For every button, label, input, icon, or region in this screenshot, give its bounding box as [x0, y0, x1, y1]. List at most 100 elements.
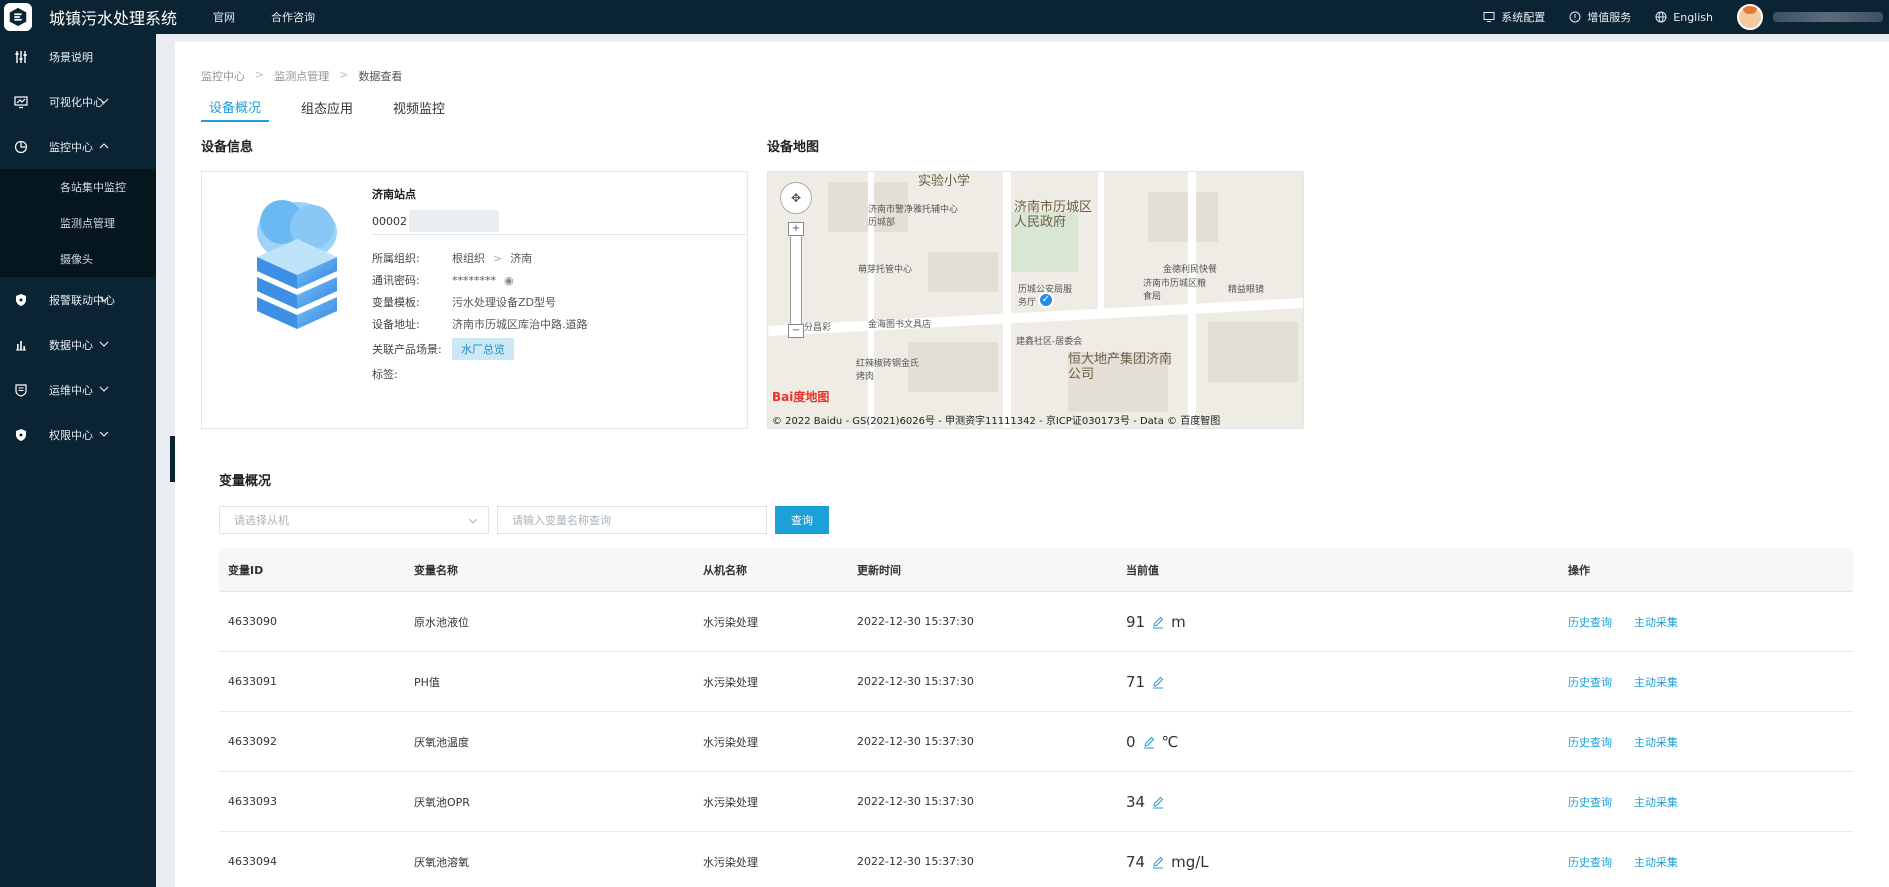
history-query-link[interactable]: 历史查询	[1568, 676, 1612, 689]
map-pan-control[interactable]: ✥	[780, 182, 812, 214]
active-collect-link[interactable]: 主动采集	[1634, 796, 1678, 809]
sidebar-item-scene[interactable]: 场景说明	[0, 34, 156, 79]
device-map-heading: 设备地图	[767, 140, 820, 155]
sliders-icon	[15, 50, 27, 63]
main-content: 监控中心 > 监测点管理 > 数据查看 设备概况 组态应用 视频监控 设备信息 …	[175, 42, 1889, 887]
variables-heading: 变量概况	[219, 474, 272, 489]
submenu-station-monitoring[interactable]: 各站集中监控	[0, 169, 156, 205]
breadcrumb-monitoring[interactable]: 监控中心	[201, 68, 245, 84]
map-zoom-in-button[interactable]: +	[788, 222, 804, 236]
sidebar-item-alarm[interactable]: 报警联动中心	[0, 277, 156, 322]
monitor-icon	[1483, 12, 1495, 22]
globe-icon	[1655, 11, 1667, 23]
sidebar-item-monitoring[interactable]: 监控中心	[0, 124, 156, 169]
map-copyright: © 2022 Baidu - GS(2021)6026号 - 甲测资字11111…	[772, 416, 1221, 427]
top-bar: 城镇污水处理系统 官网 合作咨询 系统配置 增值服务 English	[0, 0, 1889, 34]
device-map[interactable]: 实验小学 济南市警净雅托辅中心历城部 济南市历城区人民政府 萌芽托管中心 金德利…	[767, 171, 1304, 429]
query-button[interactable]: 查询	[775, 506, 829, 534]
table-row: 4633091 PH值 水污染处理 2022-12-30 15:37:30 71…	[219, 652, 1853, 712]
field-tags: 标签:	[372, 368, 398, 381]
app-logo-icon[interactable]	[4, 3, 32, 31]
baidu-map-logo: Bai度地图	[772, 390, 830, 404]
app-title: 城镇污水处理系统	[49, 9, 178, 28]
device-id: 00002	[372, 210, 499, 232]
map-zoom-out-button[interactable]: −	[788, 324, 804, 338]
breadcrumb-separator: >	[255, 68, 265, 81]
table-row: 4633094 厌氧池溶氧 水污染处理 2022-12-30 15:37:30 …	[219, 832, 1853, 887]
tab-device-overview[interactable]: 设备概况	[201, 92, 270, 122]
top-nav-cooperation[interactable]: 合作咨询	[271, 9, 315, 25]
chevron-up-icon	[99, 143, 109, 149]
divider	[372, 234, 748, 235]
tab-scada-app[interactable]: 组态应用	[293, 92, 361, 122]
map-zoom-slider[interactable]	[790, 222, 802, 334]
field-device-address: 设备地址: 济南市历城区库治中路.道路	[372, 318, 588, 331]
sidebar-item-visualization[interactable]: 可视化中心	[0, 79, 156, 124]
variables-table: 变量ID 变量名称 从机名称 更新时间 当前值 操作 4633090 原水池液位…	[219, 548, 1853, 887]
cloud-stack-icon	[257, 200, 337, 329]
edit-pencil-icon[interactable]	[1151, 675, 1165, 689]
top-right-menu: 系统配置 增值服务 English	[1483, 4, 1889, 30]
device-info-heading: 设备信息	[201, 140, 254, 155]
chevron-down-icon	[99, 341, 109, 347]
sidebar-item-data[interactable]: 数据中心	[0, 322, 156, 367]
chevron-down-icon	[468, 518, 478, 524]
field-organization: 所属组织: 根组织 > 济南	[372, 251, 533, 266]
field-related-scene: 关联产品场景: 水厂总览	[372, 338, 514, 360]
field-variable-template: 变量模板: 污水处理设备ZD型号	[372, 296, 557, 309]
shield-icon	[16, 293, 26, 306]
submenu-point-management[interactable]: 监测点管理	[0, 205, 156, 241]
history-query-link[interactable]: 历史查询	[1568, 856, 1612, 869]
monitoring-submenu: 各站集中监控 监测点管理 摄像头	[0, 169, 156, 277]
variable-filters: 请选择从机 查询	[219, 506, 829, 534]
active-collect-link[interactable]: 主动采集	[1634, 736, 1678, 749]
top-nav-official-site[interactable]: 官网	[213, 9, 235, 25]
edit-pencil-icon[interactable]	[1151, 795, 1165, 809]
active-collect-link[interactable]: 主动采集	[1634, 676, 1678, 689]
breadcrumb-current: 数据查看	[358, 70, 403, 83]
device-name: 济南站点	[372, 188, 416, 201]
location-marker-icon[interactable]: ✓	[1038, 292, 1054, 308]
table-row: 4633092 厌氧池温度 水污染处理 2022-12-30 15:37:30 …	[219, 712, 1853, 772]
top-nav: 官网 合作咨询	[213, 9, 315, 25]
sidebar: 场景说明 可视化中心 监控中心 各站集中监控 监测点管理 摄像头 报警联动中心 …	[0, 34, 156, 887]
history-query-link[interactable]: 历史查询	[1568, 736, 1612, 749]
chevron-down-icon	[99, 386, 109, 392]
sidebar-item-permissions[interactable]: 权限中心	[0, 412, 156, 457]
edit-pencil-icon[interactable]	[1151, 855, 1165, 869]
edit-pencil-icon[interactable]	[1142, 735, 1156, 749]
active-collect-link[interactable]: 主动采集	[1634, 616, 1678, 629]
device-id-redacted	[409, 210, 499, 232]
submenu-camera[interactable]: 摄像头	[0, 241, 156, 277]
eye-icon[interactable]: ◉	[504, 274, 514, 287]
table-header: 变量ID 变量名称 从机名称 更新时间 当前值 操作	[219, 548, 1853, 592]
active-collect-link[interactable]: 主动采集	[1634, 856, 1678, 869]
sidebar-item-operations[interactable]: 运维中心	[0, 367, 156, 412]
tab-bar: 设备概况 组态应用 视频监控	[201, 92, 477, 122]
slave-select[interactable]: 请选择从机	[219, 506, 489, 534]
chevron-down-icon	[99, 98, 109, 104]
tab-video-monitoring[interactable]: 视频监控	[385, 92, 453, 122]
device-info-card: 济南站点 00002 所属组织: 根组织 > 济南 通讯密码: ******** ◉ …	[201, 171, 748, 429]
scene-tag[interactable]: 水厂总览	[452, 338, 514, 360]
user-name-redacted[interactable]	[1773, 12, 1883, 22]
circle-info-icon	[1569, 11, 1581, 23]
language-button[interactable]: English	[1655, 11, 1713, 24]
edit-pencil-icon[interactable]	[1151, 615, 1165, 629]
monitor-chart-icon	[14, 95, 28, 108]
history-query-link[interactable]: 历史查询	[1568, 796, 1612, 809]
table-row: 4633093 厌氧池OPR 水污染处理 2022-12-30 15:37:30…	[219, 772, 1853, 832]
bar-chart-icon	[16, 340, 26, 350]
table-row: 4633090 原水池液位 水污染处理 2022-12-30 15:37:30 …	[219, 592, 1853, 652]
pie-chart-icon	[14, 140, 28, 153]
system-config-button[interactable]: 系统配置	[1483, 9, 1545, 25]
variable-search-input[interactable]	[497, 506, 767, 534]
breadcrumb-separator: >	[339, 68, 349, 81]
chevron-down-icon	[99, 431, 109, 437]
breadcrumb: 监控中心 > 监测点管理 > 数据查看	[201, 68, 402, 84]
breadcrumb-point-management[interactable]: 监测点管理	[274, 68, 329, 84]
shield-icon	[16, 428, 26, 441]
value-added-button[interactable]: 增值服务	[1569, 9, 1631, 25]
history-query-link[interactable]: 历史查询	[1568, 616, 1612, 629]
user-avatar[interactable]	[1737, 4, 1763, 30]
